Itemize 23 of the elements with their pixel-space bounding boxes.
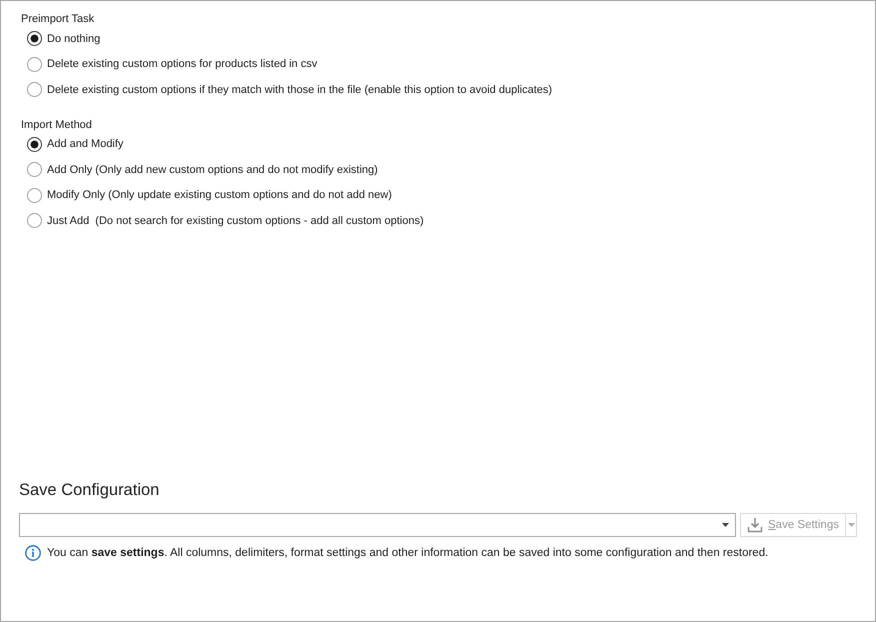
download-icon (747, 517, 763, 533)
radio-button[interactable] (27, 162, 42, 178)
group-title: Import Method (21, 118, 93, 132)
configuration-combobox[interactable] (19, 513, 736, 537)
radio-button[interactable] (27, 31, 42, 46)
radio-button[interactable] (27, 82, 42, 98)
radio-option[interactable]: Delete existing custom options for products listed in csv (21, 52, 318, 77)
caret-icon (722, 523, 729, 527)
radio-option[interactable]: Just Add (Do not search for existing custom options - add all custom options) (21, 208, 424, 234)
radio-button[interactable] (27, 188, 42, 203)
radio-button[interactable] (27, 213, 42, 228)
radio-option[interactable]: Modify Only (Only update existing custom options and do not add new) (21, 182, 392, 208)
group-title: Preimport Task (21, 12, 96, 26)
info-icon (25, 545, 41, 561)
radio-option[interactable]: Add Only (Only add new custom options and do not modify existing) (21, 157, 378, 182)
radio-button[interactable] (27, 56, 42, 72)
radio-option[interactable]: Do nothing (21, 26, 100, 52)
caret-icon (848, 523, 856, 527)
section-title: Save Configuration (19, 480, 160, 501)
radio-button[interactable] (27, 136, 42, 152)
radio-option[interactable]: Delete existing custom options if they match with those in the file (enable this option to avoid duplicates) (21, 77, 552, 102)
info-text: You can save settings. All columns, delimiters, format settings and other information can be saved into some configuration and then restored. (47, 546, 768, 561)
radio-option[interactable]: Add and Modify (21, 132, 124, 157)
